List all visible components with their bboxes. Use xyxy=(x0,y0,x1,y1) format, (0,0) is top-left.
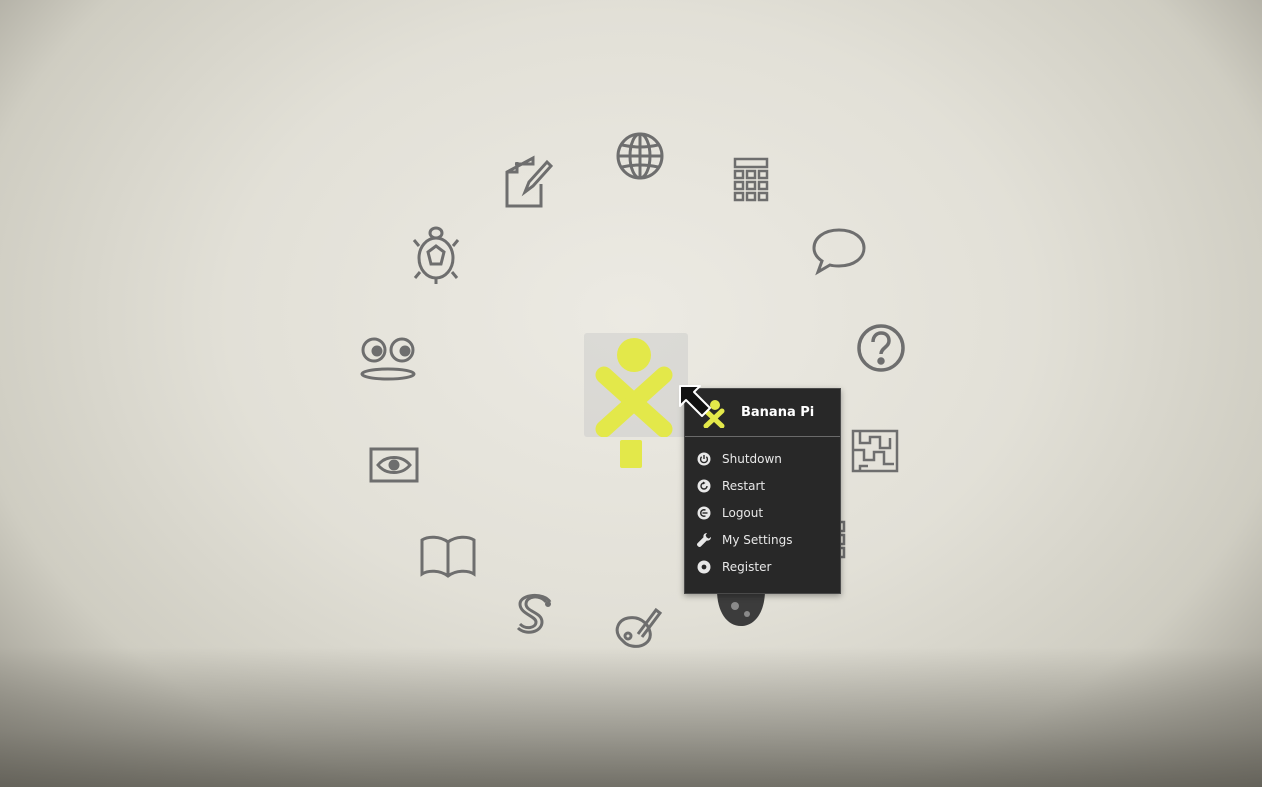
restart-icon xyxy=(696,478,712,494)
speak-face-icon[interactable] xyxy=(358,334,420,382)
turtle-icon[interactable] xyxy=(410,226,462,286)
record-eye-icon[interactable] xyxy=(368,446,420,484)
write-icon[interactable] xyxy=(503,154,553,210)
register-menu-item[interactable]: Register xyxy=(685,553,840,580)
palette-menu-list: Shutdown Restart Logout My Settings Regi… xyxy=(685,437,840,580)
register-icon xyxy=(696,559,712,575)
shutdown-label: Shutdown xyxy=(722,451,782,466)
xo-buddy-icon[interactable] xyxy=(584,333,688,437)
register-label: Register xyxy=(722,559,772,574)
logout-menu-item[interactable]: Logout xyxy=(685,499,840,526)
power-icon xyxy=(696,451,712,467)
xo-buddy-stand xyxy=(620,440,642,468)
read-book-icon[interactable] xyxy=(418,534,478,578)
chat-icon[interactable] xyxy=(810,226,868,276)
my-settings-label: My Settings xyxy=(722,532,793,547)
paint-icon[interactable] xyxy=(612,604,664,652)
calculator-icon[interactable] xyxy=(732,156,770,206)
screen-vignette xyxy=(0,647,1262,787)
my-settings-menu-item[interactable]: My Settings xyxy=(685,526,840,553)
restart-label: Restart xyxy=(722,478,766,493)
palette-title: Banana Pi xyxy=(741,405,815,420)
restart-menu-item[interactable]: Restart xyxy=(685,472,840,499)
shutdown-menu-item[interactable]: Shutdown xyxy=(685,445,840,472)
wrench-icon xyxy=(696,532,712,548)
pippy-snake-icon[interactable] xyxy=(510,592,558,640)
moon-icon[interactable] xyxy=(715,590,767,634)
logout-label: Logout xyxy=(722,505,764,520)
maze-icon[interactable] xyxy=(850,428,900,474)
logout-icon xyxy=(696,505,712,521)
browse-globe-icon[interactable] xyxy=(614,130,666,182)
mouse-cursor-icon xyxy=(678,384,712,422)
help-icon[interactable] xyxy=(855,322,907,374)
